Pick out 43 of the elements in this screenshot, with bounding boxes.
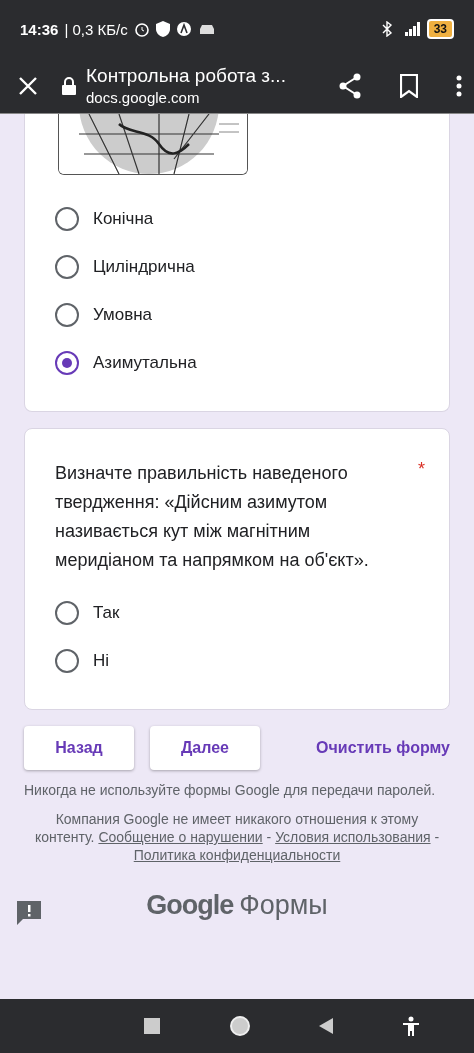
password-notice: Никогда не используйте формы Google для передачи паролей. [24,781,437,800]
bluetooth-icon [380,21,393,37]
radio-button[interactable] [55,255,79,279]
footer-link[interactable]: Политика конфиденциальности [133,847,341,863]
option-label: Умовна [93,305,153,325]
radio-button[interactable] [55,649,79,673]
close-icon[interactable] [18,75,38,96]
clear-form-button[interactable]: Очистить форму [316,726,450,770]
option-label: Так [93,603,120,623]
share-icon[interactable] [338,72,362,99]
feedback-icon[interactable] [16,900,42,926]
option-label: Циліндрична [93,257,195,277]
lock-icon [62,76,76,95]
option-label: Ні [93,651,110,671]
footer-notice: Компания Google не имеет никакого отношения к этому контенту. Сообщение о нарушении - Условия использования - Политика конфиденциальности [33,810,441,864]
radio-button[interactable] [55,207,79,231]
shield-icon [155,21,170,37]
nav-button[interactable]: Назад [24,726,134,770]
footer-link[interactable]: Условия использования [275,829,431,845]
bookmark-icon[interactable] [400,73,418,98]
menu-icon[interactable] [456,74,462,97]
back-icon[interactable] [319,1018,334,1034]
option-label: Азимутальна [93,353,197,373]
logo-brand: Google [146,890,234,921]
required-mark: * [418,459,425,481]
status-time: 14:36 [20,20,59,38]
app-icon [175,21,192,37]
radio-button[interactable] [55,351,79,375]
network-speed: | 0,3 КБ/с [64,20,128,38]
recents-icon[interactable] [144,1018,161,1034]
battery-indicator: 33 [426,19,454,39]
radio-button[interactable] [55,601,79,625]
radio-button[interactable] [55,303,79,327]
question-text: Визначте правильність наведеного твердження: «Дійсним азимутом називається кут між магнітним меридіаном та напрямком на об'єкт». [55,462,370,572]
page-title: Контрольна робота з... [86,65,287,87]
logo-product: Формы [239,890,328,921]
home-icon[interactable] [228,1015,251,1037]
page-url: docs.google.com [86,89,201,106]
alarm-icon [133,21,150,37]
nav-button[interactable]: Далее [150,726,260,770]
footer-link[interactable]: Сообщение о нарушении [98,829,263,845]
accessibility-icon[interactable] [401,1016,420,1036]
option-label: Конічна [93,209,154,229]
